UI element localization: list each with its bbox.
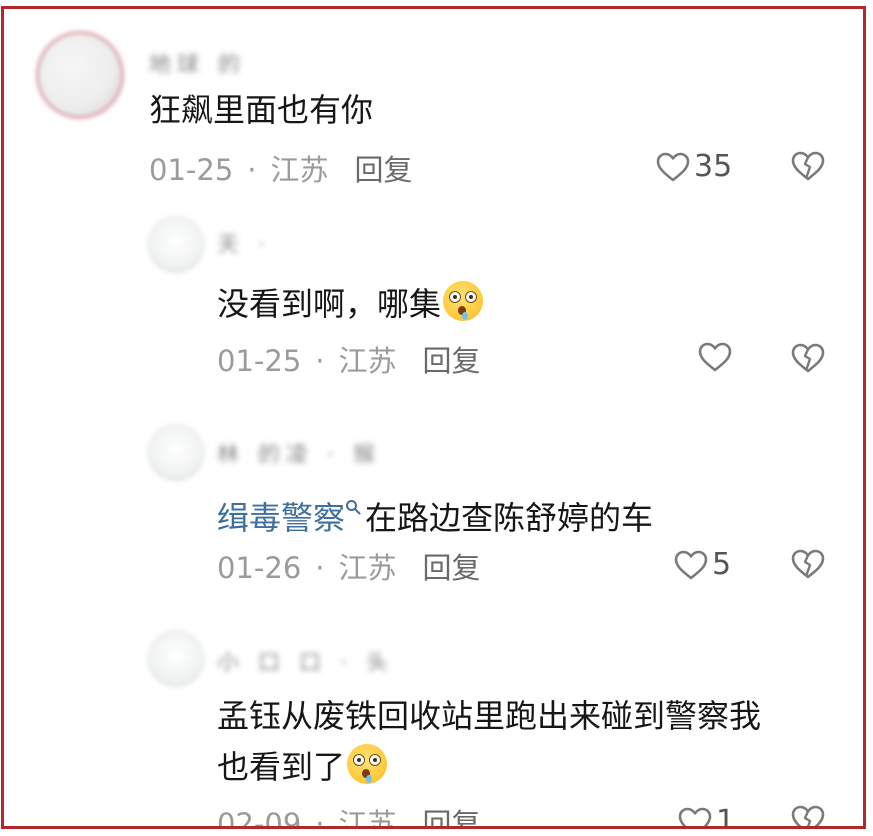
comment-date: 01-25: [217, 344, 302, 378]
dislike-button[interactable]: [791, 804, 825, 826]
reply-button[interactable]: 回复: [423, 548, 481, 588]
comment-text: 没看到啊，哪集: [217, 279, 484, 329]
heart-outline-icon: [674, 550, 708, 579]
dislike-button[interactable]: [791, 150, 825, 182]
meta-separator: ·: [315, 551, 325, 585]
comment-text: 缉毒警察 在路边查陈舒婷的车: [217, 485, 653, 543]
broken-heart-icon: [791, 151, 825, 181]
like-count: 35: [694, 149, 733, 184]
avatar[interactable]: [147, 423, 205, 481]
comment-text: 狂飙里面也有你: [149, 91, 374, 129]
comment-text-line: 孟钰从废铁回收站里跑出来碰到警察我: [217, 697, 762, 735]
comment-location: 江苏: [338, 344, 397, 378]
like-button[interactable]: [698, 341, 736, 373]
comment-username[interactable]: 林 的凌 · 猴: [217, 437, 381, 463]
search-icon[interactable]: [345, 485, 361, 535]
comment-location: 江苏: [338, 807, 397, 829]
meta-separator: ·: [315, 807, 325, 829]
reply-button[interactable]: 回复: [423, 804, 481, 826]
like-count: 1: [716, 804, 736, 829]
comment-date: 02-09: [217, 807, 302, 829]
comment-username[interactable]: 小 口 口 · 头: [217, 645, 394, 671]
comment-location: 江苏: [270, 153, 329, 187]
heart-outline-icon: [678, 807, 712, 826]
screenshot-frame: 地球 的 狂飙里面也有你 01-25 · 江苏 回复 35 天 · 没看到啊，哪集 0…: [1, 6, 866, 829]
comment-text-content: 在路边查陈舒婷的车: [365, 499, 654, 537]
broken-heart-icon: [791, 343, 825, 373]
heart-outline-icon: [656, 152, 690, 181]
broken-heart-icon: [791, 805, 825, 826]
comment-text-content: 没看到啊，哪集: [217, 285, 442, 323]
comment-username[interactable]: 天 ·: [217, 227, 271, 253]
comment-date: 01-25: [149, 153, 234, 187]
reply-button[interactable]: 回复: [423, 341, 481, 381]
like-button[interactable]: 35: [656, 149, 732, 184]
comment-text-content: 也看到了: [217, 748, 346, 786]
meta-separator: ·: [315, 344, 325, 378]
avatar[interactable]: [147, 629, 205, 687]
like-button[interactable]: 1: [678, 804, 736, 829]
broken-heart-icon: [791, 549, 825, 579]
comment-username[interactable]: 地球 的: [149, 47, 246, 73]
like-count: 5: [712, 547, 732, 582]
comment-text-line: 也看到了: [217, 742, 388, 792]
comment-meta: 01-25 · 江苏 回复: [149, 150, 413, 190]
keyword-search-link[interactable]: 缉毒警察: [217, 499, 345, 537]
dislike-button[interactable]: [791, 548, 825, 580]
avatar[interactable]: [147, 215, 205, 273]
reply-button[interactable]: 回复: [355, 150, 413, 190]
shocked-drooling-emoji-icon: [347, 744, 388, 784]
heart-outline-icon: [698, 342, 732, 372]
comment-meta: 01-26 · 江苏 回复: [217, 548, 481, 588]
comment-date: 01-26: [217, 551, 302, 585]
comment-meta: 01-25 · 江苏 回复: [217, 341, 481, 381]
shocked-drooling-emoji-icon: [443, 281, 484, 321]
dislike-button[interactable]: [791, 342, 825, 374]
avatar[interactable]: [36, 31, 124, 119]
meta-separator: ·: [247, 153, 257, 187]
comment-location: 江苏: [338, 551, 397, 585]
comment-meta: 02-09 · 江苏 回复: [217, 804, 481, 829]
like-button[interactable]: 5: [674, 547, 731, 582]
